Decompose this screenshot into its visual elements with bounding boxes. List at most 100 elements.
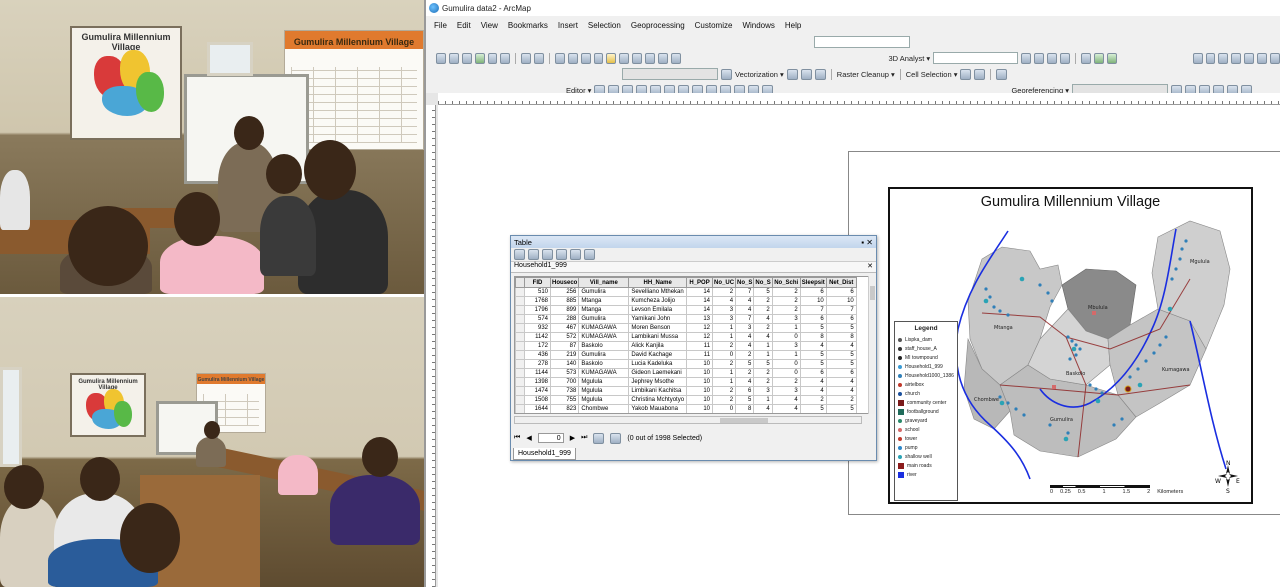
column-header[interactable]: H_POP: [686, 277, 714, 288]
table-cell[interactable]: KUMAGAWA: [578, 323, 630, 333]
table-cell[interactable]: 8: [825, 332, 857, 342]
vertical-scrollbar[interactable]: [868, 276, 875, 414]
table-cell[interactable]: 4: [735, 296, 755, 306]
table-cell[interactable]: 573: [549, 368, 580, 378]
menu-insert[interactable]: Insert: [558, 21, 578, 30]
close-icon[interactable]: ▪ ✕: [861, 238, 873, 247]
table-cell[interactable]: Mgulula: [578, 386, 630, 396]
table-cell[interactable]: 572: [549, 332, 580, 342]
profile-graph-icon[interactable]: [1080, 52, 1091, 64]
zoom-in-icon[interactable]: [436, 52, 446, 64]
table-cell[interactable]: 2: [825, 395, 857, 405]
cell-selection-menu[interactable]: Cell Selection ▾: [906, 70, 958, 79]
table-cell[interactable]: 4: [825, 341, 857, 351]
table-tab[interactable]: Household1_999: [513, 448, 576, 460]
table-cell[interactable]: 4: [771, 395, 801, 405]
layout-100-icon[interactable]: [1244, 52, 1255, 64]
generate-features-icon[interactable]: [786, 68, 798, 80]
table-cell[interactable]: 4: [825, 386, 857, 396]
table-cell[interactable]: 87: [549, 341, 580, 351]
table-cell[interactable]: 10: [686, 386, 714, 396]
table-cell[interactable]: Jephrey Msothe: [628, 377, 688, 387]
table-cell[interactable]: Kumcheza Jolijo: [628, 296, 688, 306]
table-row[interactable]: 1768 885 Mtanga Kumcheza Jolijo 14 4 4 2 2 10 10: [515, 296, 857, 306]
row-selector[interactable]: [515, 395, 525, 405]
menu-help[interactable]: Help: [785, 21, 801, 30]
html-popup-icon[interactable]: [645, 52, 655, 64]
table-cell[interactable]: 13: [686, 314, 714, 324]
table-cell[interactable]: Gumulira: [578, 314, 630, 324]
table-cell[interactable]: 0: [771, 332, 801, 342]
raster-painting-icon[interactable]: [814, 68, 826, 80]
column-header[interactable]: Sleepsit: [799, 277, 827, 288]
table-cell[interactable]: 1142: [524, 332, 551, 342]
select-by-attributes-icon[interactable]: [542, 249, 553, 260]
table-cell[interactable]: 6: [799, 368, 827, 378]
table-cell[interactable]: 11: [686, 341, 714, 351]
table-cell[interactable]: Baskolo: [578, 341, 630, 351]
table-cell[interactable]: 4: [753, 404, 773, 413]
table-cell[interactable]: 4: [712, 296, 737, 306]
table-cell[interactable]: 10: [686, 359, 714, 369]
table-cell[interactable]: 4: [771, 404, 801, 413]
table-cell[interactable]: 7: [825, 305, 857, 315]
full-extent-icon[interactable]: [474, 52, 485, 64]
column-header[interactable]: Net_Dist: [825, 277, 857, 288]
table-row[interactable]: 1474 738 Mgulula Limbikani Kachitsa 10 2 6 3 3 4 4: [515, 386, 857, 396]
table-cell[interactable]: Chombwe: [578, 404, 630, 413]
table-cell[interactable]: 6: [799, 314, 827, 324]
table-cell[interactable]: 3: [712, 314, 737, 324]
table-cell[interactable]: 2: [735, 350, 755, 360]
table-cell[interactable]: 2: [712, 287, 737, 297]
table-cell[interactable]: 2: [771, 296, 801, 306]
table-cell[interactable]: 932: [524, 323, 551, 333]
table-cell[interactable]: 1: [753, 341, 773, 351]
table-cell[interactable]: 2: [771, 287, 801, 297]
switch-selection-icon[interactable]: [556, 249, 567, 260]
layout-grid-icon[interactable]: [1257, 52, 1268, 64]
table-cell[interactable]: 5: [825, 350, 857, 360]
show-selected-records-icon[interactable]: [610, 432, 622, 444]
3d-analyst-menu[interactable]: 3D Analyst ▾: [889, 54, 931, 63]
row-selector[interactable]: [515, 323, 525, 333]
fixed-zoom-in-icon[interactable]: [487, 52, 498, 64]
table-cell[interactable]: 3: [735, 323, 755, 333]
table-cell[interactable]: 700: [549, 377, 580, 387]
hyperlink-icon[interactable]: [632, 52, 643, 64]
vectorization-menu[interactable]: Vectorization ▾: [735, 70, 784, 79]
table-row[interactable]: 1144 573 KUMAGAWA Gideon Laemekani 10 1 2 2 0 6 6: [515, 368, 857, 378]
table-cell[interactable]: Mtanga: [579, 414, 629, 415]
table-cell[interactable]: 1508: [524, 395, 551, 405]
table-cell[interactable]: 1: [771, 323, 801, 333]
row-selector[interactable]: [515, 377, 525, 387]
map-frame[interactable]: Gumulira Millennium Village Mbulula Mtan…: [888, 187, 1253, 504]
back-icon[interactable]: [521, 52, 532, 64]
table-cell[interactable]: 3: [771, 341, 801, 351]
table-cell[interactable]: Moren Benson: [628, 323, 688, 333]
vector-trace-icon[interactable]: [800, 68, 812, 80]
table-cell[interactable]: 2: [753, 377, 773, 387]
table-cell[interactable]: 6: [825, 287, 857, 297]
table-cell[interactable]: 6: [800, 414, 826, 415]
table-cell[interactable]: 574: [524, 314, 551, 324]
table-cell[interactable]: 4: [735, 377, 755, 387]
table-cell[interactable]: 4: [825, 377, 857, 387]
attribute-table-window[interactable]: Table ▪ ✕ Household1_999 ✕ FID Houseco V…: [510, 235, 877, 461]
vectorization-layer-combo[interactable]: [622, 68, 718, 80]
table-cell[interactable]: 7: [735, 287, 755, 297]
table-cell[interactable]: 1: [712, 368, 737, 378]
table-cell[interactable]: 4: [735, 341, 755, 351]
table-cell[interactable]: 3: [771, 314, 801, 324]
table-cell[interactable]: 4: [753, 332, 773, 342]
table-cell[interactable]: 10: [686, 377, 714, 387]
menu-edit[interactable]: Edit: [457, 21, 471, 30]
3d-analyst-layer-combo[interactable]: [933, 52, 1019, 64]
table-cell[interactable]: 6: [799, 287, 827, 297]
clear-table-selection-icon[interactable]: [570, 249, 581, 260]
layout-full-page-icon[interactable]: [1231, 52, 1242, 64]
table-cell[interactable]: 5: [799, 359, 827, 369]
table-cell[interactable]: 172: [524, 341, 551, 351]
select-connected-cells-icon[interactable]: [960, 68, 972, 80]
table-cell[interactable]: 278: [524, 359, 551, 369]
delete-selected-icon[interactable]: [584, 249, 595, 260]
